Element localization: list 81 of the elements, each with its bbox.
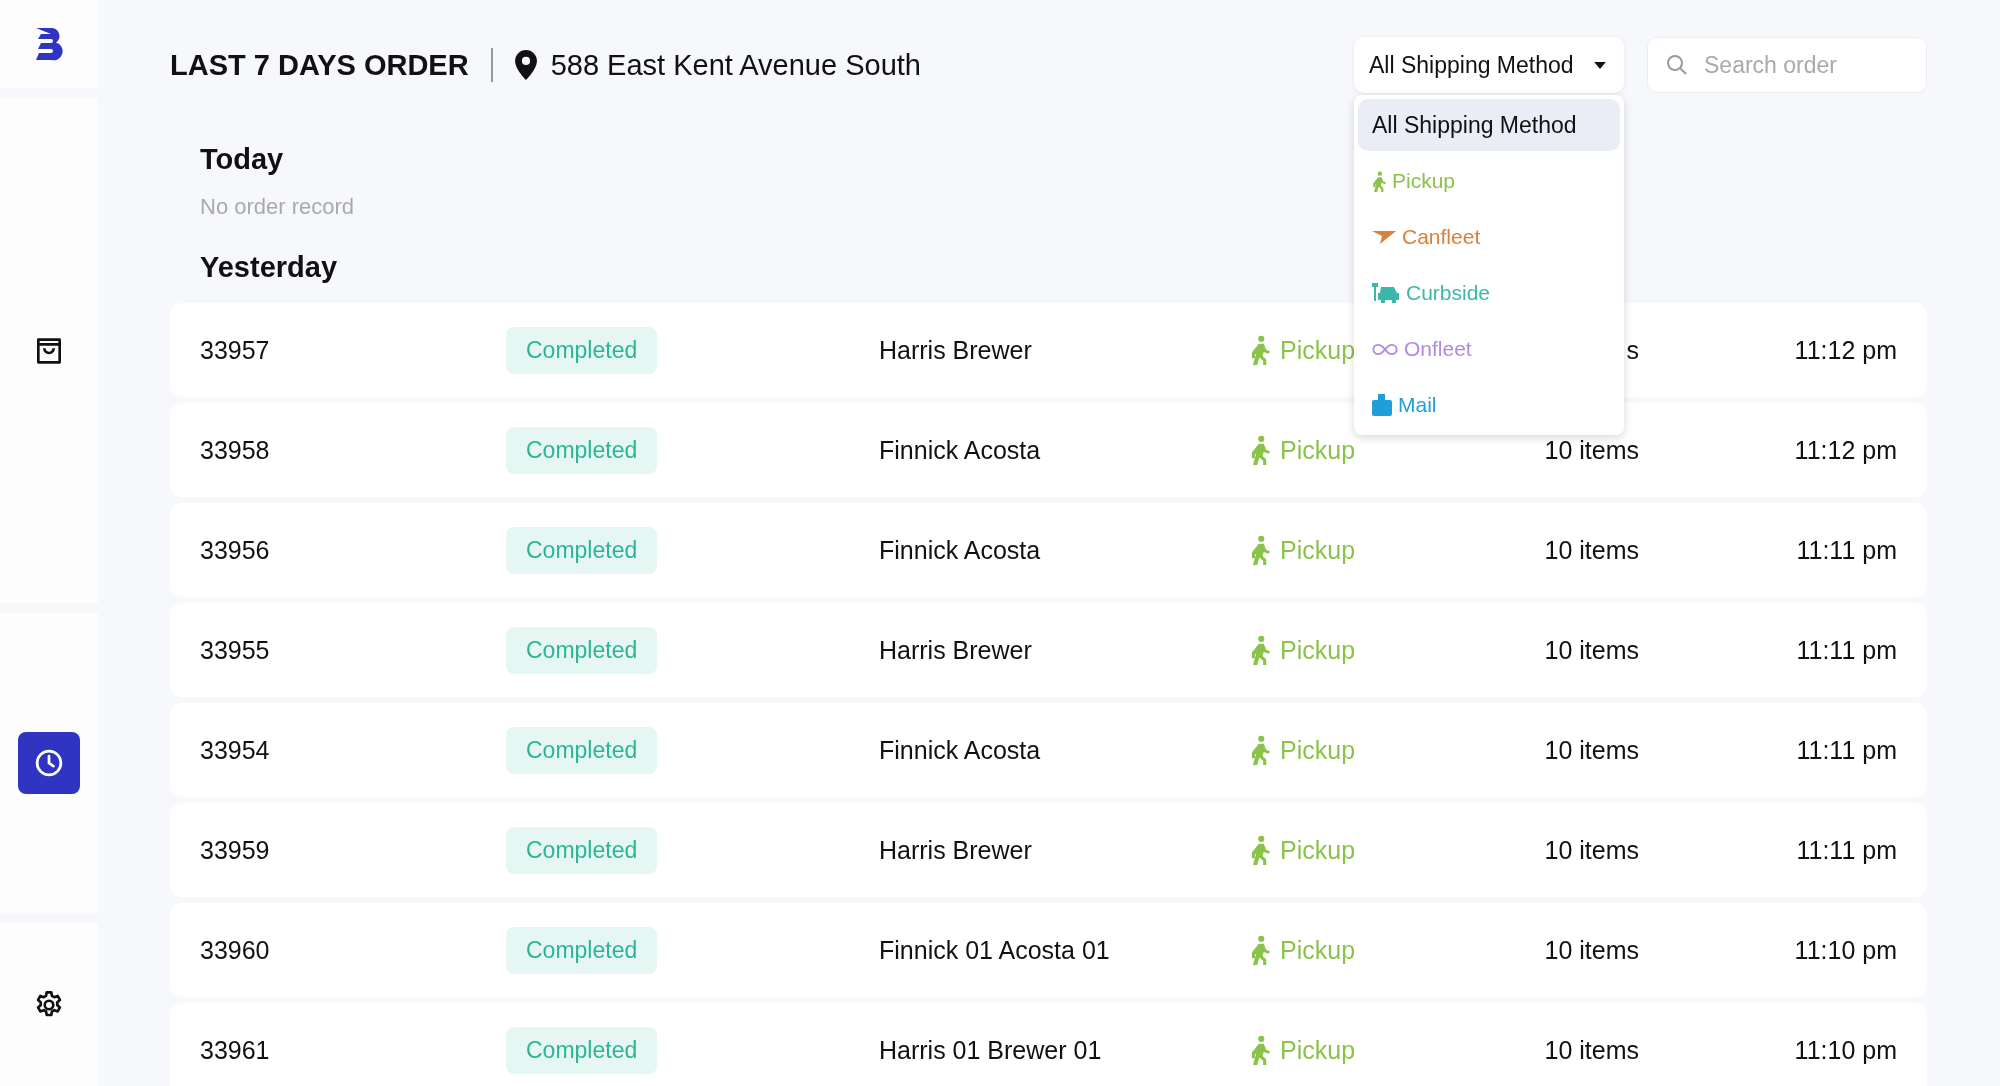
order-row[interactable]: 33955 Completed Harris Brewer Pickup 10 items 11:11 pm bbox=[170, 603, 1927, 697]
order-row[interactable]: 33959 Completed Harris Brewer Pickup 10 items 11:11 pm bbox=[170, 803, 1927, 897]
shipping-method: Pickup bbox=[1280, 1035, 1356, 1065]
order-number: 33958 bbox=[200, 435, 271, 465]
order-number: 33956 bbox=[200, 535, 271, 565]
customer-name: Harris Brewer bbox=[879, 635, 1033, 665]
walking-person-icon bbox=[1250, 935, 1270, 965]
order-row[interactable]: 33956 Completed Finnick Acosta Pickup 10 items 11:11 pm bbox=[170, 503, 1927, 597]
status-badge: Completed bbox=[506, 326, 658, 374]
order-number: 33955 bbox=[200, 635, 271, 665]
status-badge: Completed bbox=[506, 926, 658, 974]
shipping-method: Pickup bbox=[1280, 635, 1356, 665]
shipping-method: Pickup bbox=[1280, 435, 1356, 465]
section-heading: Yesterday bbox=[200, 249, 338, 285]
status-badge: Completed bbox=[506, 826, 658, 874]
empty-message: No order record bbox=[200, 193, 355, 221]
customer-name: Finnick Acosta bbox=[879, 735, 1042, 765]
shipping-method: Pickup bbox=[1280, 335, 1356, 365]
location-pin-icon bbox=[514, 50, 537, 80]
status-badge: Completed bbox=[506, 726, 658, 774]
order-row[interactable]: 33954 Completed Finnick Acosta Pickup 10 items 11:11 pm bbox=[170, 703, 1927, 797]
customer-name: Harris Brewer bbox=[879, 335, 1033, 365]
order-time: 11:11 pm bbox=[1795, 835, 1897, 865]
customer-name: Harris Brewer bbox=[879, 835, 1033, 865]
walking-person-icon bbox=[1250, 435, 1270, 465]
item-count: 10 items bbox=[1543, 435, 1639, 465]
paper-plane-icon bbox=[1372, 230, 1396, 244]
status-badge: Completed bbox=[506, 426, 658, 474]
section-heading: Today bbox=[200, 141, 284, 177]
order-time: 11:11 pm bbox=[1795, 535, 1897, 565]
walking-person-icon bbox=[1250, 335, 1270, 365]
order-row[interactable]: 33961 Completed Harris 01 Brewer 01 Pickup 10 items 11:10 pm bbox=[170, 1003, 1927, 1086]
shipping-method: Pickup bbox=[1280, 935, 1356, 965]
customer-name: Harris 01 Brewer 01 bbox=[879, 1035, 1103, 1065]
order-row[interactable]: 33960 Completed Finnick 01 Acosta 01 Pickup 10 items 11:10 pm bbox=[170, 903, 1927, 997]
item-count: 10 items bbox=[1543, 735, 1639, 765]
order-time: 11:11 pm bbox=[1795, 635, 1897, 665]
order-number: 33961 bbox=[200, 1035, 271, 1065]
order-number: 33960 bbox=[200, 935, 271, 965]
customer-name: Finnick 01 Acosta 01 bbox=[879, 935, 1111, 965]
walking-person-icon bbox=[1250, 635, 1270, 665]
search-icon bbox=[1665, 53, 1689, 77]
item-count: 10 items bbox=[1543, 635, 1639, 665]
dropdown-option[interactable]: All Shipping Method bbox=[1358, 99, 1620, 151]
clock-icon bbox=[34, 748, 64, 778]
order-time: 11:12 pm bbox=[1793, 335, 1897, 365]
customer-name: Finnick Acosta bbox=[879, 435, 1042, 465]
shipping-method: Pickup bbox=[1280, 835, 1356, 865]
item-count: 10 items bbox=[1543, 1035, 1639, 1065]
order-number: 33957 bbox=[200, 335, 271, 365]
nav-button[interactable] bbox=[18, 732, 80, 794]
shipping-method: Pickup bbox=[1280, 735, 1356, 765]
page-title: LAST 7 DAYS ORDER bbox=[170, 48, 469, 82]
search-field[interactable]: Search order bbox=[1647, 37, 1927, 93]
walking-person-icon bbox=[1250, 735, 1270, 765]
item-count: s bbox=[1625, 335, 1639, 365]
order-number: 33954 bbox=[200, 735, 271, 765]
walking-person-icon bbox=[1372, 170, 1386, 192]
order-time: 11:11 pm bbox=[1795, 735, 1897, 765]
order-time: 11:12 pm bbox=[1793, 435, 1897, 465]
infinity-icon bbox=[1372, 342, 1398, 356]
item-count: 10 items bbox=[1543, 535, 1639, 565]
store-address: 588 East Kent Avenue South bbox=[550, 48, 921, 82]
customer-name: Finnick Acosta bbox=[879, 535, 1042, 565]
car-icon bbox=[1372, 283, 1400, 303]
status-badge: Completed bbox=[506, 526, 658, 574]
walking-person-icon bbox=[1250, 1035, 1270, 1065]
caret-icon bbox=[1594, 61, 1606, 69]
status-badge: Completed bbox=[506, 626, 658, 674]
shipping-method-dropdown[interactable]: All Shipping Method bbox=[1354, 37, 1624, 93]
order-time: 11:10 pm bbox=[1793, 935, 1897, 965]
order-number: 33959 bbox=[200, 835, 271, 865]
mailbox-icon bbox=[1372, 394, 1392, 416]
walking-person-icon bbox=[1250, 535, 1270, 565]
walking-person-icon bbox=[1250, 835, 1270, 865]
shipping-method: Pickup bbox=[1280, 535, 1356, 565]
status-badge: Completed bbox=[506, 1026, 658, 1074]
order-time: 11:10 pm bbox=[1793, 1035, 1897, 1065]
logo-icon bbox=[34, 26, 64, 62]
item-count: 10 items bbox=[1543, 935, 1639, 965]
item-count: 10 items bbox=[1543, 835, 1639, 865]
